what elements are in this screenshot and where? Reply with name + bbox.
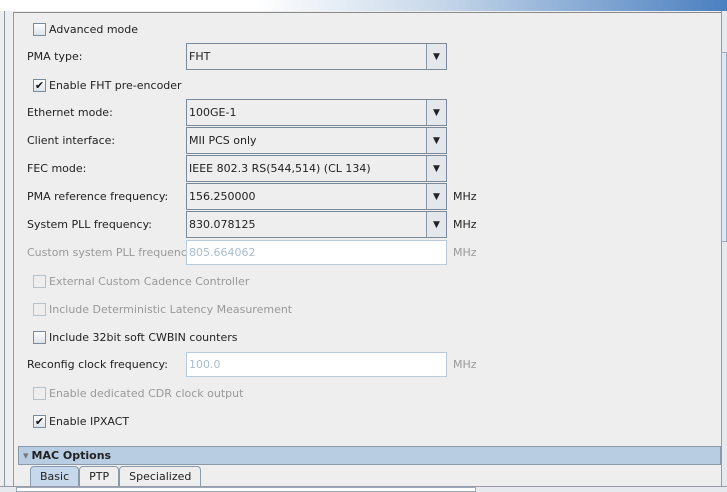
checkbox-label: Advanced mode <box>49 22 139 36</box>
client-interface-label: Client interface: <box>27 134 116 147</box>
checkbox-label: Include 32bit soft CWBIN counters <box>49 330 238 344</box>
checkbox-label: Include Deterministic Latency Measuremen… <box>49 302 293 316</box>
pma-ref-label: PMA reference frequency: <box>27 190 169 203</box>
unit-label: MHz <box>453 218 477 231</box>
pma-ref-select[interactable]: 156.250000 ▼ <box>186 183 447 210</box>
checkbox-box[interactable]: ✔ <box>33 78 46 92</box>
checkbox-box[interactable] <box>33 302 46 316</box>
checkbox-box[interactable] <box>33 274 46 288</box>
tab-ptp[interactable]: PTP <box>79 466 120 486</box>
cdr-clock-checkbox[interactable]: Enable dedicated CDR clock output <box>27 383 467 403</box>
chevron-down-icon[interactable]: ▼ <box>426 184 446 209</box>
chevron-down-icon[interactable]: ▼ <box>426 100 446 125</box>
enable-fht-checkbox[interactable]: ✔ Enable FHT pre-encoder <box>27 75 467 95</box>
select-value: 830.078125 <box>189 218 256 231</box>
ext-cadence-checkbox[interactable]: External Custom Cadence Controller <box>27 271 467 291</box>
unit-label: MHz <box>453 246 477 259</box>
chevron-down-icon[interactable]: ▼ <box>426 128 446 153</box>
mac-tabs: Basic PTP Specialized <box>30 466 202 486</box>
reconfig-clock-input[interactable]: 100.0 <box>186 352 447 377</box>
checkbox-box[interactable]: ✔ <box>33 414 46 428</box>
collapse-icon[interactable]: ▾ <box>23 449 29 462</box>
det-latency-checkbox[interactable]: Include Deterministic Latency Measuremen… <box>27 299 467 319</box>
custom-pll-input[interactable]: 805.664062 <box>186 240 447 265</box>
sys-pll-select[interactable]: 830.078125 ▼ <box>186 211 447 238</box>
checkbox-label: External Custom Cadence Controller <box>49 274 250 288</box>
checkbox-label: Enable dedicated CDR clock output <box>49 386 244 400</box>
section-title: MAC Options <box>31 449 112 462</box>
ipxact-checkbox[interactable]: ✔ Enable IPXACT <box>27 411 467 431</box>
checkbox-label: Enable IPXACT <box>49 414 130 428</box>
divider <box>14 12 721 13</box>
chevron-down-icon[interactable]: ▼ <box>426 212 446 237</box>
fec-mode-label: FEC mode: <box>27 162 87 175</box>
tab-basic[interactable]: Basic <box>30 466 80 486</box>
advanced-mode-checkbox[interactable]: Advanced mode <box>27 19 467 39</box>
ethernet-mode-select[interactable]: 100GE-1 ▼ <box>186 99 447 126</box>
select-value: 100GE-1 <box>189 106 237 119</box>
title-bar-gradient <box>0 0 727 11</box>
pma-type-label: PMA type: <box>27 50 83 63</box>
ethernet-mode-label: Ethernet mode: <box>27 106 113 119</box>
reconfig-clock-label: Reconfig clock frequency: <box>27 358 168 371</box>
cwbin-checkbox[interactable]: Include 32bit soft CWBIN counters <box>27 327 467 347</box>
tab-specialized[interactable]: Specialized <box>119 466 202 486</box>
unit-label: MHz <box>453 358 477 371</box>
mac-options-header[interactable]: ▾ MAC Options <box>18 446 721 465</box>
vertical-scroll-thumb[interactable] <box>721 52 727 242</box>
checkbox-label: Enable FHT pre-encoder <box>49 78 182 92</box>
pma-type-select[interactable]: FHT ▼ <box>186 43 447 70</box>
chevron-down-icon[interactable]: ▼ <box>426 44 446 69</box>
sys-pll-label: System PLL frequency: <box>27 218 152 231</box>
checkbox-box[interactable] <box>33 22 46 36</box>
unit-label: MHz <box>453 190 477 203</box>
select-value: 156.250000 <box>189 190 256 203</box>
custom-pll-label: Custom system PLL frequency: <box>27 246 197 259</box>
checkbox-box[interactable] <box>33 386 46 400</box>
select-value: FHT <box>189 50 211 63</box>
horizontal-scroll-thumb[interactable] <box>16 487 476 492</box>
fec-mode-select[interactable]: IEEE 802.3 RS(544,514) (CL 134) ▼ <box>186 155 447 182</box>
client-interface-select[interactable]: MII PCS only ▼ <box>186 127 447 154</box>
checkbox-box[interactable] <box>33 330 46 344</box>
select-value: MII PCS only <box>189 134 257 147</box>
select-value: IEEE 802.3 RS(544,514) (CL 134) <box>189 162 371 175</box>
chevron-down-icon[interactable]: ▼ <box>426 156 446 181</box>
divider <box>13 12 14 486</box>
